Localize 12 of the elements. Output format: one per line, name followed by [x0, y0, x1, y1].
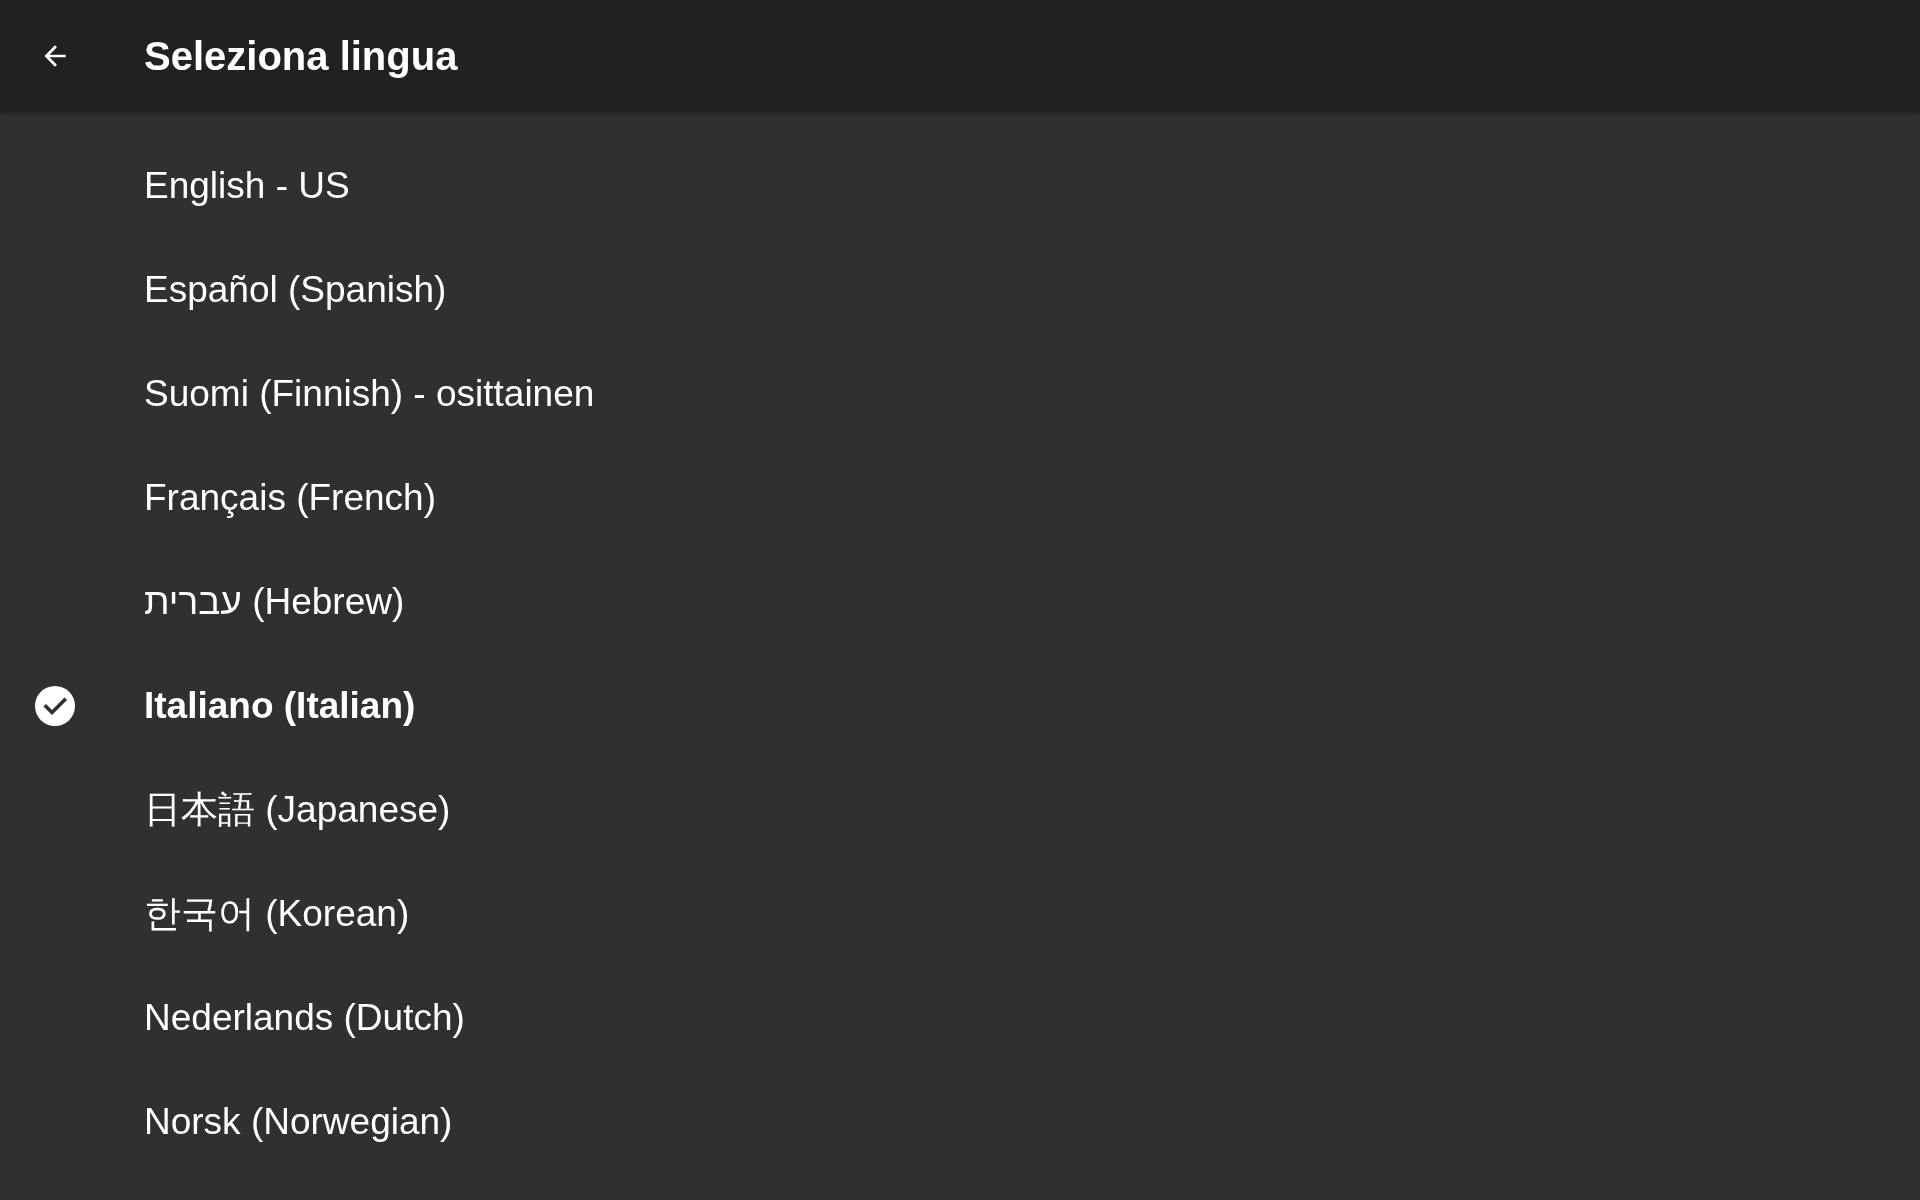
language-option[interactable]: English - US [144, 162, 350, 210]
check-circle-icon [35, 686, 75, 726]
language-option[interactable]: Nederlands (Dutch) [144, 994, 465, 1042]
language-option[interactable]: Italiano (Italian) [144, 682, 416, 730]
language-option[interactable]: Norsk (Norwegian) [144, 1098, 453, 1146]
language-option[interactable]: Español (Spanish) [144, 266, 447, 314]
language-option[interactable]: 日本語 (Japanese) [144, 786, 451, 834]
language-option[interactable]: Suomi (Finnish) - osittainen [144, 370, 595, 418]
language-option[interactable]: עברית (Hebrew) [144, 578, 405, 626]
language-option[interactable]: 한국어 (Korean) [144, 890, 410, 938]
language-option[interactable]: Français (French) [144, 474, 436, 522]
page-title: Seleziona lingua [144, 33, 458, 80]
